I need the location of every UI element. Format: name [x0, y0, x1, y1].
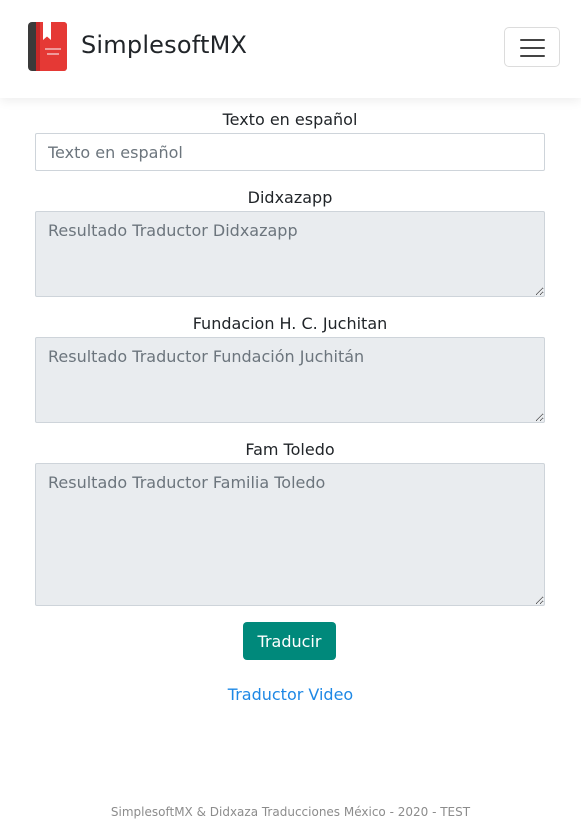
didxazapp-result-textarea[interactable]: [35, 211, 545, 297]
spanish-text-input[interactable]: [35, 133, 545, 171]
hamburger-menu-icon-bar: [520, 55, 545, 57]
brand-name[interactable]: SimplesoftMX: [81, 29, 247, 61]
fundacion-result-textarea[interactable]: [35, 337, 545, 423]
navbar: SimplesoftMX: [0, 0, 581, 98]
spanish-text-label: Texto en español: [222, 110, 358, 129]
toledo-label: Fam Toledo: [245, 440, 335, 459]
didxazapp-label: Didxazapp: [247, 188, 333, 207]
menu-toggle-button[interactable]: [504, 27, 560, 67]
fundacion-label: Fundacion H. C. Juchitan: [192, 314, 388, 333]
translate-button[interactable]: Traducir: [243, 622, 336, 660]
hamburger-menu-icon: [520, 39, 545, 41]
footer-text: SimplesoftMX & Didxaza Traducciones Méxi…: [110, 805, 471, 819]
book-icon[interactable]: [27, 21, 68, 72]
hamburger-menu-icon-bar: [520, 47, 545, 49]
video-translator-link[interactable]: Traductor Video: [0, 684, 581, 706]
toledo-result-textarea[interactable]: [35, 463, 545, 606]
